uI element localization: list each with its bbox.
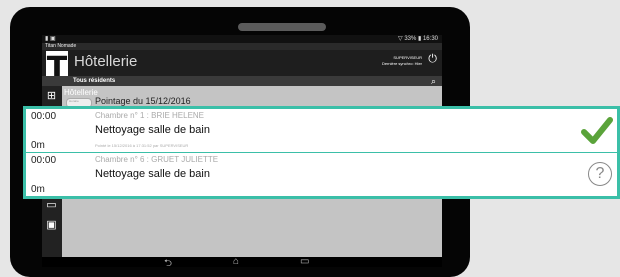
task-room: Chambre n° 1 : BRIE HELENE [95,111,205,120]
task-time: 00:00 [31,155,57,166]
status-left: ▮ ▣ [45,36,56,42]
back-icon[interactable]: ⮌ [164,256,172,267]
user-info: SUPERVISEUR Dernière synchro: Hier [382,55,422,67]
task-room: Chambre n° 6 : GRUET JULIETTE [95,155,219,164]
search-icon[interactable]: ⌕ [431,76,436,86]
filter-title: Tous résidents [73,78,116,84]
task-time: 00:00 [31,111,57,122]
toggle-label: Horaire [69,99,79,103]
status-bar: ▮ ▣ ▽ 33% ▮ 16:30 [42,35,442,43]
task-card[interactable]: 00:00 Chambre n° 1 : BRIE HELENE Nettoya… [23,106,620,152]
task-duration: 0m [31,184,45,195]
task-title: Nettoyage salle de bain [95,168,210,180]
app-name-bar: Titan Nomade [42,43,442,50]
check-icon[interactable] [581,116,613,146]
task-duration: 0m [31,140,45,151]
header: Hôtellerie SUPERVISEUR Dernière synchro:… [42,50,442,76]
home-icon[interactable]: ⌂ [233,256,239,267]
task-title: Nettoyage salle de bain [95,124,210,136]
filter-bar: Tous résidents ⌕ [42,76,442,86]
pointage-date: Pointage du 15/12/2016 [95,96,191,106]
sync-info: Dernière synchro: Hier [381,61,422,66]
status-right: ▽ 33% ▮ 16:30 [398,36,438,42]
medical-kit-icon[interactable]: ⊞ [45,90,58,103]
power-icon[interactable]: ⏻ [428,53,437,66]
bed-icon[interactable]: ▭ [45,199,58,212]
question-mark-icon[interactable]: ? [588,162,612,186]
tablet-speaker [238,23,326,31]
task-meta: Pointé le 15/12/2016 à 17:31:52 par SUPE… [95,143,189,148]
android-nav-bar: ⮌ ⌂ ▭ [42,256,442,267]
recent-apps-icon[interactable]: ▭ [300,256,309,267]
task-card[interactable]: 00:00 Chambre n° 6 : GRUET JULIETTE Nett… [23,153,620,199]
page-title: Hôtellerie [74,53,138,70]
section-label: Hôtellerie [64,88,98,97]
document-icon[interactable]: ▣ [45,219,58,232]
